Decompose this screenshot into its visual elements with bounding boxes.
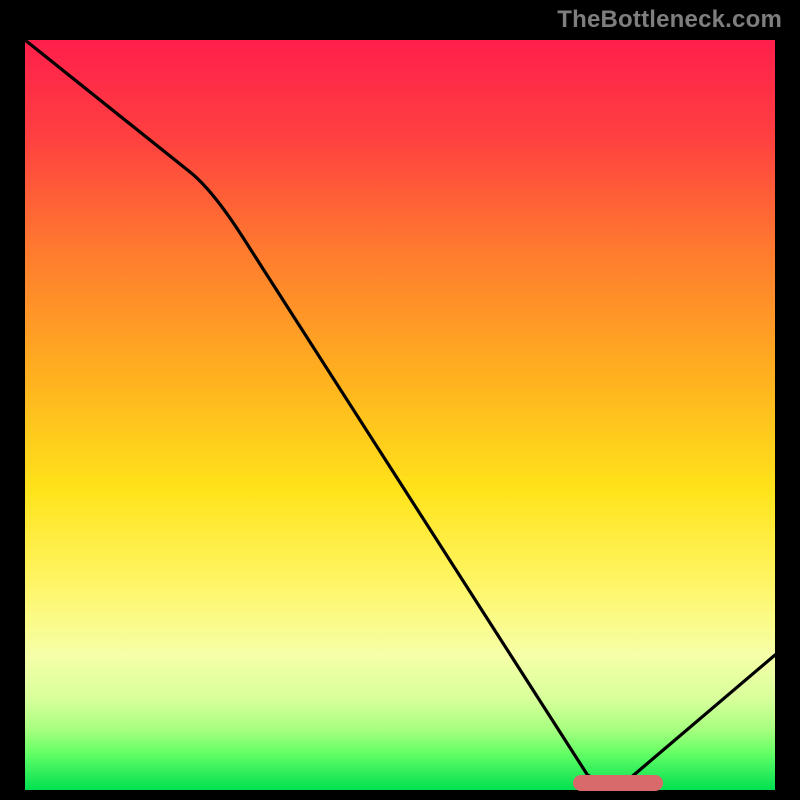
- bottleneck-curve: [25, 40, 775, 783]
- plot-area: [25, 40, 775, 790]
- watermark-text: TheBottleneck.com: [557, 6, 782, 34]
- optimal-range-indicator: [573, 775, 663, 791]
- plot-overlay: [25, 40, 775, 790]
- chart-container: TheBottleneck.com: [0, 0, 800, 800]
